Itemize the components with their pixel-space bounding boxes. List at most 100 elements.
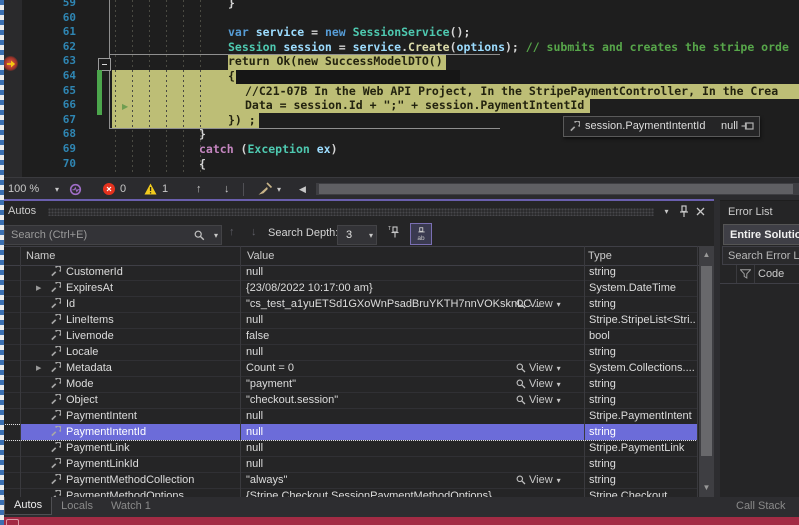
view-value-button[interactable]: View ▾ [516, 297, 582, 311]
code-cleanup-caret-icon[interactable]: ▾ [277, 178, 281, 200]
search-input[interactable]: Search (Ctrl+E) ▾ [4, 225, 222, 245]
row-value[interactable]: "cs_test_a1yuETSd1GXoWnPsadBruYKTH7nnVOK… [246, 298, 540, 310]
row-value[interactable]: "checkout.session" [246, 394, 338, 406]
code-line-66[interactable]: 66 Data = session.Id + ";" + session.Paym… [0, 98, 799, 113]
row-value[interactable]: false [246, 330, 269, 342]
code-editor[interactable]: 59} 60 61 var service = new SessionService(… [0, 0, 799, 177]
error-scope-select[interactable]: Entire Solution [723, 224, 799, 245]
search-depth-select[interactable]: 3 ▾ [337, 225, 377, 245]
table-row-Metadata[interactable]: ▶ Metadata Count = 0 View ▾ System.Collection… [0, 360, 698, 377]
row-value[interactable]: null [246, 314, 263, 326]
table-row-Object[interactable]: Object "checkout.session" View ▾ string [0, 392, 698, 409]
debugger-datatip[interactable]: session.PaymentIntentId null [563, 115, 760, 137]
table-row-PaymentLink[interactable]: PaymentLink null Stripe.PaymentLink [0, 440, 698, 457]
row-value[interactable]: null [246, 346, 263, 358]
table-row-Livemode[interactable]: Livemode false bool [0, 328, 698, 345]
pin-datatip-icon[interactable] [741, 121, 755, 134]
view-value-button[interactable]: View ▾ [516, 473, 582, 487]
column-divider[interactable] [240, 246, 241, 497]
line-number[interactable]: 67 [40, 113, 76, 128]
warning-count-button[interactable]: 1 [144, 178, 168, 200]
table-row-PaymentLinkId[interactable]: PaymentLinkId null string [0, 456, 698, 473]
table-row-PaymentMethodCollection[interactable]: PaymentMethodCollection "always" View ▾ stri… [0, 472, 698, 489]
error-search-input[interactable]: Search Error List [722, 246, 799, 265]
table-row-PaymentMethodOptions[interactable]: PaymentMethodOptions {Stripe.Checkout.Ses… [0, 488, 698, 497]
document-health-icon[interactable] [69, 178, 82, 200]
error-count-button[interactable]: 0 [103, 178, 126, 200]
column-divider[interactable] [584, 246, 585, 497]
row-value[interactable]: null [246, 266, 263, 278]
tab-watch-1[interactable]: Watch 1 [102, 497, 160, 515]
row-value[interactable]: null [246, 458, 263, 470]
line-number[interactable]: 62 [40, 40, 76, 55]
view-value-button[interactable]: View ▾ [516, 393, 582, 407]
code-line-61[interactable]: 61 var service = new SessionService(); [0, 25, 799, 40]
close-window-icon[interactable] [693, 204, 708, 219]
scroll-down-icon[interactable]: ▼ [699, 481, 714, 495]
search-previous-icon[interactable]: ↑ [229, 226, 235, 238]
horizontal-scrollbar[interactable] [316, 183, 799, 195]
table-row-CustomerId[interactable]: CustomerId null string [0, 264, 698, 281]
previous-issue-button[interactable]: ↑ [196, 178, 202, 200]
code-line-65[interactable]: 65 //C21-07B In the Web API Project, In t… [0, 84, 799, 99]
line-number[interactable]: 59 [40, 0, 76, 11]
code-line-60[interactable]: 60 [0, 11, 799, 26]
vertical-scrollbar-thumb[interactable] [701, 266, 712, 456]
table-row-ExpiresAt[interactable]: ▶ ExpiresAt {23/08/2022 10:17:00 am} System… [0, 280, 698, 297]
row-value[interactable]: "always" [246, 474, 287, 486]
line-number[interactable]: 69 [40, 142, 76, 157]
row-value[interactable]: null [246, 410, 263, 422]
view-value-button[interactable]: View ▾ [516, 377, 582, 391]
code-line-59[interactable]: 59} [0, 0, 799, 11]
pin-expand-values-toggle-icon[interactable]: ab [410, 223, 432, 245]
tab-call-stack[interactable]: Call Stack [727, 497, 795, 515]
table-row-PaymentIntentId[interactable]: PaymentIntentId null string [0, 424, 698, 441]
line-number[interactable]: 68 [40, 127, 76, 142]
line-number[interactable]: 63 [40, 54, 76, 69]
row-value[interactable]: null [246, 442, 263, 454]
tab-locals[interactable]: Locals [52, 497, 102, 515]
tab-autos[interactable]: Autos [4, 497, 53, 515]
scroll-up-icon[interactable]: ▲ [699, 248, 714, 262]
search-next-icon[interactable]: ↓ [251, 226, 257, 238]
code-line-69[interactable]: 69 catch (Exception ex) [0, 142, 799, 157]
row-value[interactable]: null [246, 426, 263, 438]
row-value[interactable]: Count = 0 [246, 362, 294, 374]
column-divider[interactable] [20, 246, 21, 497]
line-number[interactable]: 64 [40, 69, 76, 84]
filter-icon[interactable] [739, 269, 752, 282]
table-row-Id[interactable]: Id "cs_test_a1yuETSd1GXoWnPsadBruYKTH7nnV… [0, 296, 698, 313]
pin-format-icon[interactable]: T [388, 225, 400, 243]
search-icon[interactable] [194, 230, 205, 244]
zoom-level-select[interactable]: 100 % [8, 178, 39, 200]
next-issue-button[interactable]: ↓ [224, 178, 230, 200]
code-line-62[interactable]: 62 Session session = service.Create(optio… [0, 40, 799, 55]
autos-table-header[interactable]: Name Value Type [0, 246, 714, 266]
code-line-63[interactable]: 63 return Ok(new SuccessModelDTO() [0, 54, 799, 69]
current-line-breakpoint-arrow-icon[interactable] [3, 56, 18, 71]
code-cleanup-broom-icon[interactable] [257, 178, 273, 200]
table-row-Locale[interactable]: Locale null string [0, 344, 698, 361]
search-options-caret-icon[interactable]: ▾ [214, 231, 218, 240]
horizontal-scrollbar-thumb[interactable] [319, 184, 793, 194]
table-row-Mode[interactable]: Mode "payment" View ▾ string [0, 376, 698, 393]
pin-window-icon[interactable] [676, 204, 691, 219]
scroll-left-icon[interactable]: ◀ [299, 178, 306, 200]
vertical-scrollbar[interactable]: ▲ ▼ [699, 246, 714, 497]
table-row-LineItems[interactable]: LineItems null Stripe.StripeList<Stri... [0, 312, 698, 329]
row-value[interactable]: {Stripe.Checkout.SessionPaymentMethodOpt… [246, 490, 492, 498]
tab-bre[interactable]: Bre [795, 497, 799, 515]
line-number[interactable]: 66 [40, 98, 76, 113]
line-number[interactable]: 60 [40, 11, 76, 26]
table-row-PaymentIntent[interactable]: PaymentIntent null Stripe.PaymentIntent [0, 408, 698, 425]
code-line-70[interactable]: 70 { [0, 157, 799, 172]
expand-arrow-icon[interactable]: ▶ [36, 364, 41, 372]
background-tasks-icon[interactable] [6, 519, 19, 525]
autos-title-bar[interactable]: Autos ▾ [0, 201, 714, 222]
code-line-64[interactable]: 64 { [0, 69, 799, 84]
window-position-caret-icon[interactable]: ▾ [659, 204, 674, 219]
zoom-caret-icon[interactable]: ▾ [55, 178, 59, 200]
row-value[interactable]: "payment" [246, 378, 296, 390]
row-value[interactable]: {23/08/2022 10:17:00 am} [246, 282, 373, 294]
line-number[interactable]: 61 [40, 25, 76, 40]
